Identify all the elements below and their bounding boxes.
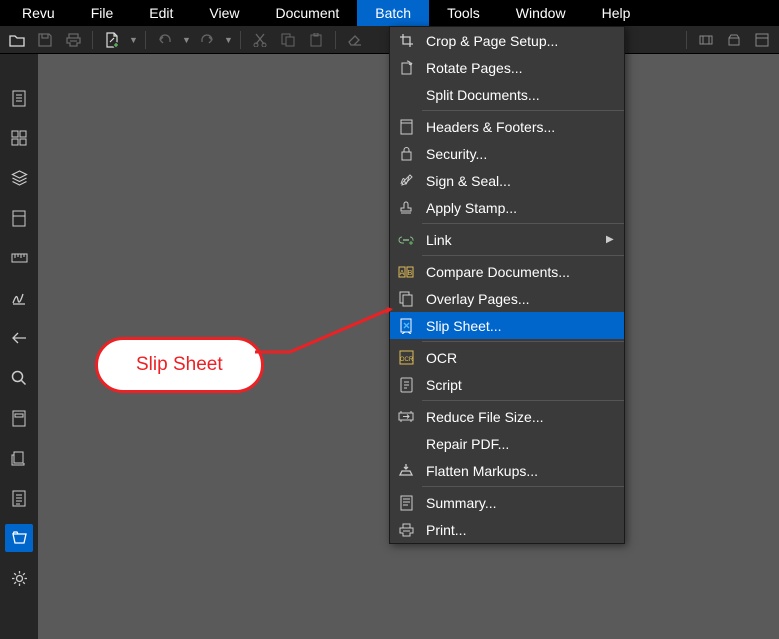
print-icon: [390, 523, 422, 537]
menu-edit[interactable]: Edit: [131, 0, 191, 26]
summary-icon: [390, 495, 422, 511]
menu-document[interactable]: Document: [257, 0, 357, 26]
menu-separator: [422, 486, 624, 487]
lock-icon: [390, 146, 422, 161]
sidebar-bookmarks-icon[interactable]: [5, 204, 33, 232]
sidebar-forms-icon[interactable]: [5, 404, 33, 432]
stamp-icon: [390, 200, 422, 215]
menu-revu[interactable]: Revu: [4, 0, 73, 26]
menu-separator: [422, 400, 624, 401]
sidebar: [0, 54, 38, 639]
reduce-icon: [390, 410, 422, 423]
menu-item-label: Link: [422, 232, 606, 248]
menu-window[interactable]: Window: [498, 0, 584, 26]
sign-icon: [390, 173, 422, 188]
copy-icon[interactable]: [277, 29, 299, 51]
menu-item-flatten-markups[interactable]: Flatten Markups...: [390, 457, 624, 484]
rotate-icon: [390, 60, 422, 75]
compare-icon: AB: [390, 265, 422, 279]
sidebar-thumbnails-icon[interactable]: [5, 124, 33, 152]
undo-icon[interactable]: [154, 29, 176, 51]
batch-dropdown: Crop & Page Setup... Rotate Pages... Split…: [389, 26, 625, 544]
menu-item-sign-seal[interactable]: Sign & Seal...: [390, 167, 624, 194]
menu-item-label: Security...: [422, 146, 624, 162]
eraser-icon[interactable]: [344, 29, 366, 51]
menu-separator: [422, 255, 624, 256]
menu-item-label: Sign & Seal...: [422, 173, 624, 189]
paste-icon[interactable]: [305, 29, 327, 51]
sidebar-search-icon[interactable]: [5, 364, 33, 392]
sidebar-page-icon[interactable]: [5, 84, 33, 112]
print-icon[interactable]: [62, 29, 84, 51]
menu-item-reduce-file-size[interactable]: Reduce File Size...: [390, 403, 624, 430]
submenu-arrow-icon: ▶: [606, 234, 624, 245]
sidebar-links-icon[interactable]: [5, 484, 33, 512]
undo-dropdown[interactable]: ▼: [182, 35, 190, 45]
cut-icon[interactable]: [249, 29, 271, 51]
menu-item-label: Script: [422, 377, 624, 393]
menu-item-label: Print...: [422, 522, 624, 538]
menu-item-crop-page-setup[interactable]: Crop & Page Setup...: [390, 27, 624, 54]
sidebar-back-icon[interactable]: [5, 324, 33, 352]
menu-item-split-documents[interactable]: Split Documents...: [390, 81, 624, 108]
menu-item-compare-documents[interactable]: ABCompare Documents...: [390, 258, 624, 285]
create-icon[interactable]: [101, 29, 123, 51]
menu-view[interactable]: View: [191, 0, 257, 26]
menu-item-headers-footers[interactable]: Headers & Footers...: [390, 113, 624, 140]
callout-text: Slip Sheet: [136, 354, 223, 375]
menu-separator: [422, 110, 624, 111]
create-dropdown[interactable]: ▼: [129, 35, 137, 45]
overlay-icon: [390, 291, 422, 307]
menu-item-label: Flatten Markups...: [422, 463, 624, 479]
callout-annotation: Slip Sheet: [95, 337, 264, 393]
redo-icon[interactable]: [196, 29, 218, 51]
menu-item-link[interactable]: Link▶: [390, 226, 624, 253]
menu-item-summary[interactable]: Summary...: [390, 489, 624, 516]
menu-item-label: Compare Documents...: [422, 264, 624, 280]
menu-file[interactable]: File: [73, 0, 132, 26]
save-icon[interactable]: [34, 29, 56, 51]
sidebar-settings-icon[interactable]: [5, 564, 33, 592]
menu-item-print[interactable]: Print...: [390, 516, 624, 543]
menu-separator: [422, 223, 624, 224]
menu-item-label: Crop & Page Setup...: [422, 33, 624, 49]
menu-item-label: Overlay Pages...: [422, 291, 624, 307]
menu-item-apply-stamp[interactable]: Apply Stamp...: [390, 194, 624, 221]
sidebar-studio-icon[interactable]: [5, 524, 33, 552]
redo-dropdown[interactable]: ▼: [224, 35, 232, 45]
menu-item-label: Summary...: [422, 495, 624, 511]
menu-item-repair-pdf[interactable]: Repair PDF...: [390, 430, 624, 457]
tool1-icon[interactable]: [695, 29, 717, 51]
tool3-icon[interactable]: [751, 29, 773, 51]
sidebar-measure-icon[interactable]: [5, 244, 33, 272]
sidebar-sets-icon[interactable]: [5, 444, 33, 472]
crop-icon: [390, 33, 422, 48]
menu-item-label: Apply Stamp...: [422, 200, 624, 216]
flatten-icon: [390, 463, 422, 478]
svg-text:B: B: [408, 270, 413, 277]
menu-help[interactable]: Help: [584, 0, 649, 26]
menubar: Revu File Edit View Document Batch Tools…: [0, 0, 779, 26]
menu-item-label: Rotate Pages...: [422, 60, 624, 76]
svg-text:A: A: [400, 270, 405, 277]
menu-item-label: Headers & Footers...: [422, 119, 624, 135]
script-icon: [390, 377, 422, 393]
sidebar-layers-icon[interactable]: [5, 164, 33, 192]
menu-item-label: Split Documents...: [422, 87, 624, 103]
menu-tools[interactable]: Tools: [429, 0, 498, 26]
menu-item-script[interactable]: Script: [390, 371, 624, 398]
open-icon[interactable]: [6, 29, 28, 51]
menu-batch[interactable]: Batch: [357, 0, 429, 26]
menu-item-label: Repair PDF...: [422, 436, 624, 452]
link-icon: [390, 235, 422, 245]
menu-item-rotate-pages[interactable]: Rotate Pages...: [390, 54, 624, 81]
tool2-icon[interactable]: [723, 29, 745, 51]
menu-item-security[interactable]: Security...: [390, 140, 624, 167]
header-icon: [390, 119, 422, 135]
menu-item-label: Reduce File Size...: [422, 409, 624, 425]
sidebar-signatures-icon[interactable]: [5, 284, 33, 312]
